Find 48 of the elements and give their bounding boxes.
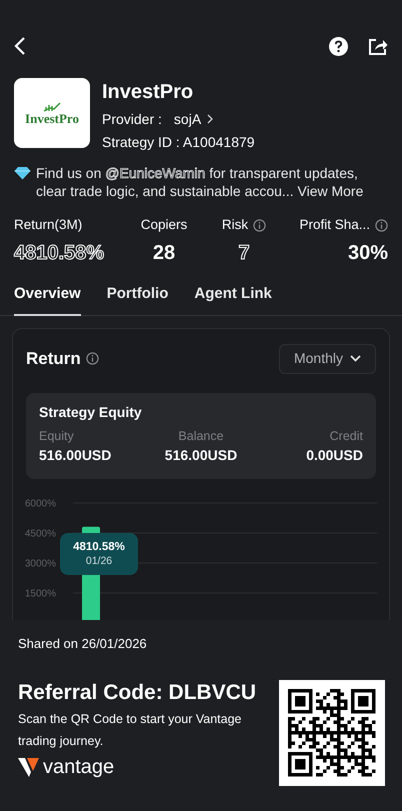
axis-label: 1500%	[24, 588, 56, 599]
tab[interactable]: Overview	[14, 283, 81, 316]
equity-value: 516.00USD	[164, 446, 238, 464]
axis-label: 6000%	[24, 498, 56, 509]
chevron-right-icon	[207, 114, 214, 124]
panel-title: Strategy Equity	[39, 402, 143, 420]
diamond-icon	[14, 166, 31, 180]
referral-code: Referral Code: DLBVCU	[18, 680, 258, 706]
tooltip-date: 01/26	[86, 554, 112, 568]
brand-logo-icon	[18, 756, 40, 778]
equity-label: Equity	[39, 428, 74, 444]
back-icon[interactable]	[14, 37, 26, 55]
stat-value: 7	[238, 241, 250, 265]
info-icon[interactable]	[253, 218, 266, 232]
tab[interactable]: Agent Link	[194, 283, 272, 316]
period-dropdown[interactable]: Monthly	[278, 344, 376, 374]
leaf-icon	[42, 102, 62, 112]
axis-label: 4500%	[24, 528, 56, 539]
strategy-name: InvestPro	[102, 80, 194, 104]
card-title: Return	[26, 348, 81, 370]
share-icon[interactable]	[368, 38, 388, 56]
help-icon[interactable]	[329, 37, 348, 56]
scan-text: Scan the QR Code to start your Vantage trading journey.	[18, 711, 243, 750]
tab[interactable]: Portfolio	[106, 283, 168, 316]
strategy-id: Strategy ID : A10041879	[102, 133, 255, 151]
chevron-down-icon	[350, 355, 361, 362]
info-icon[interactable]	[86, 352, 99, 365]
equity-value: 516.00USD	[39, 446, 112, 464]
provider-link[interactable]: sojA	[174, 110, 214, 128]
stat-value: 4810.58%	[14, 241, 104, 265]
stat-label: Copiers	[140, 216, 188, 234]
info-icon[interactable]	[375, 218, 388, 232]
view-more-link[interactable]: View More	[298, 183, 364, 199]
stat-value: 28	[152, 241, 176, 265]
stat-value: 30%	[348, 241, 388, 265]
brand-name: vantage	[43, 756, 114, 778]
stat-label: Risk	[222, 216, 248, 234]
tooltip-value: 4810.58%	[73, 540, 125, 554]
description-text: Find us on @EuniceWamin for transparent updates, clear trade logic, and sustainable accou... View More	[36, 164, 364, 200]
logo-text: InvestPro	[25, 112, 79, 124]
stat-label: Return(3M)	[14, 216, 82, 234]
equity-label: Balance	[178, 428, 224, 444]
shared-date: Shared on 26/01/2026	[18, 636, 148, 652]
axis-label: 3000%	[24, 558, 56, 569]
equity-value: 0.00USD	[306, 446, 363, 464]
stat-label: Profit Sha...	[299, 216, 370, 234]
provider-label: Provider :	[102, 110, 162, 128]
equity-label: Credit	[330, 428, 363, 444]
